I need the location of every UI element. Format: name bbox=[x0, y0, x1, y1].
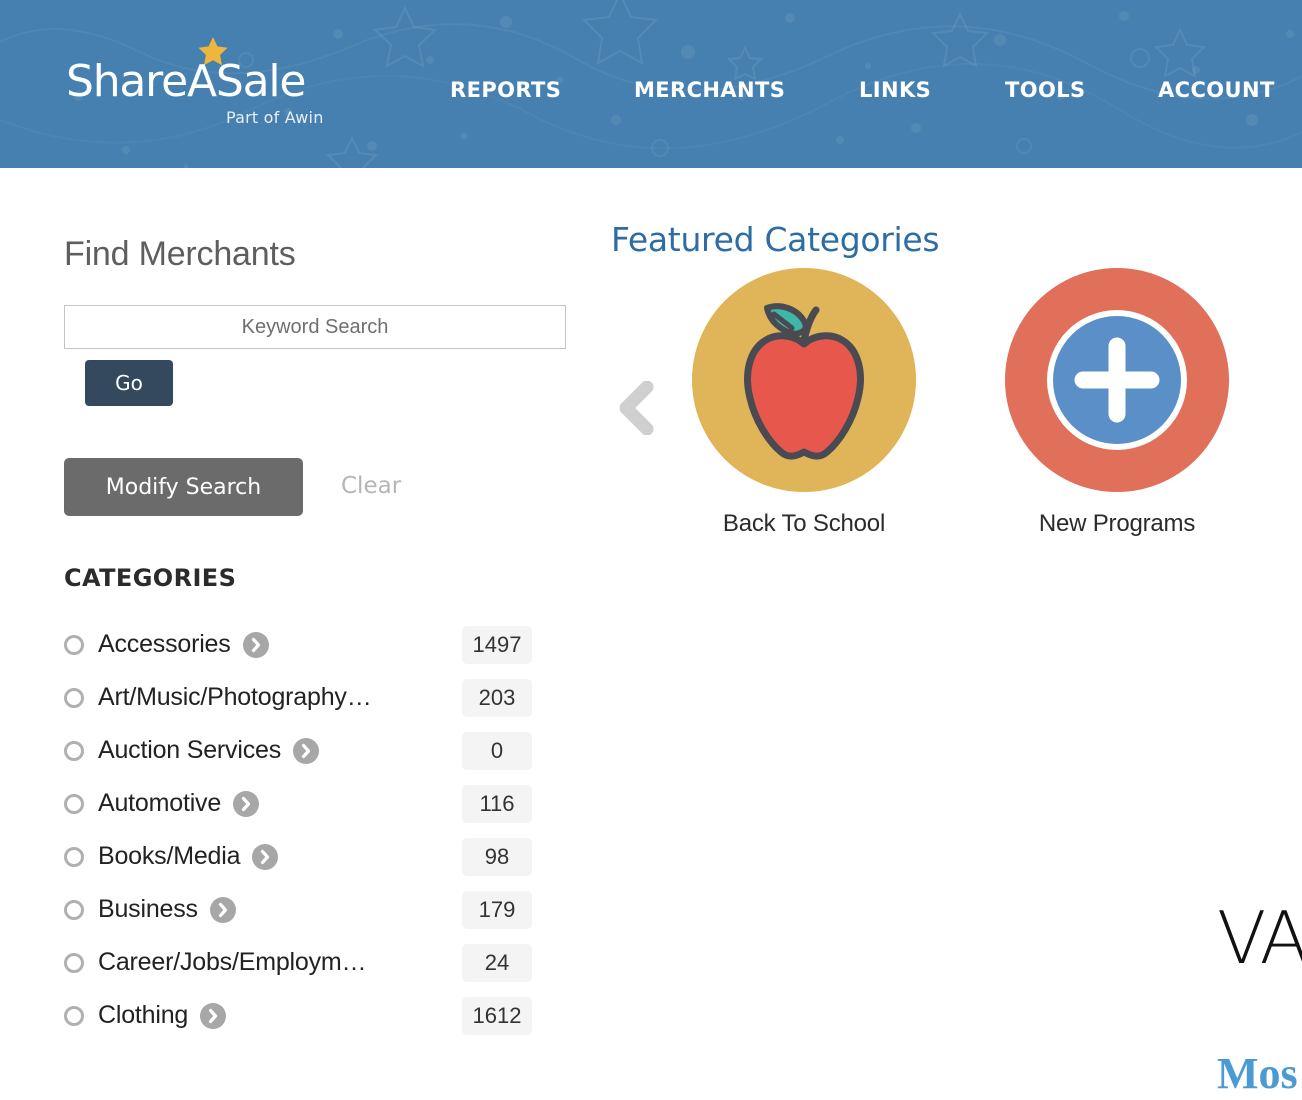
nav-item-links[interactable]: LINKS bbox=[859, 78, 931, 102]
nav-item-account[interactable]: ACCOUNT bbox=[1158, 78, 1275, 102]
site-logo[interactable]: ShareASale Part of Awin bbox=[66, 38, 336, 128]
merchant-logo-va-text: VA bbox=[1217, 906, 1302, 970]
category-label: Art/Music/Photography… bbox=[98, 683, 372, 712]
category-count-badge: 116 bbox=[462, 785, 532, 823]
category-label: Business bbox=[98, 895, 198, 924]
featured-categories-title: Featured Categories bbox=[611, 220, 939, 259]
chevron-right-icon[interactable] bbox=[252, 844, 278, 870]
category-count-badge: 98 bbox=[462, 838, 532, 876]
category-label: Auction Services bbox=[98, 736, 281, 765]
nav-item-merchants[interactable]: MERCHANTS bbox=[634, 78, 785, 102]
merchant-logo-most-text: Mos bbox=[1217, 1052, 1302, 1096]
clear-link[interactable]: Clear bbox=[341, 473, 401, 499]
category-label: Clothing bbox=[98, 1001, 188, 1030]
category-label: Books/Media bbox=[98, 842, 240, 871]
carousel-prev-arrow[interactable] bbox=[613, 381, 659, 435]
page-content: Find Merchants Go Modify Search Clear CA… bbox=[0, 168, 1302, 1052]
nav-item-tools[interactable]: TOOLS bbox=[1005, 78, 1086, 102]
category-row-clothing[interactable]: Clothing 1612 bbox=[64, 989, 534, 1042]
find-merchants-panel: Find Merchants Go Modify Search Clear CA… bbox=[0, 168, 600, 1052]
radio-icon[interactable] bbox=[64, 635, 84, 655]
radio-icon[interactable] bbox=[64, 794, 84, 814]
chevron-right-icon[interactable] bbox=[200, 1003, 226, 1029]
category-count-badge: 203 bbox=[462, 679, 532, 717]
category-count-badge: 24 bbox=[462, 944, 532, 982]
category-count-badge: 179 bbox=[462, 891, 532, 929]
radio-icon[interactable] bbox=[64, 688, 84, 708]
category-count-badge: 0 bbox=[462, 732, 532, 770]
apple-icon bbox=[692, 268, 916, 492]
category-row-auction-services[interactable]: Auction Services 0 bbox=[64, 724, 534, 777]
categories-list: Accessories 1497 Art/Music/Photography… … bbox=[64, 618, 534, 1042]
chevron-right-icon[interactable] bbox=[233, 791, 259, 817]
category-label: Automotive bbox=[98, 789, 221, 818]
category-row-accessories[interactable]: Accessories 1497 bbox=[64, 618, 534, 671]
radio-icon[interactable] bbox=[64, 741, 84, 761]
categories-heading: CATEGORIES bbox=[64, 564, 236, 592]
category-row-career-jobs-employment[interactable]: Career/Jobs/Employm… 24 bbox=[64, 936, 534, 989]
featured-card-label: New Programs bbox=[997, 510, 1237, 538]
merchant-logo-most[interactable]: Mos bbox=[1217, 1052, 1302, 1100]
chevron-right-icon[interactable] bbox=[243, 632, 269, 658]
keyword-search-input[interactable] bbox=[64, 305, 566, 349]
logo-wordmark: ShareASale bbox=[66, 60, 305, 104]
chevron-right-icon[interactable] bbox=[210, 897, 236, 923]
modify-search-button[interactable]: Modify Search bbox=[64, 458, 303, 516]
featured-card-label: Back To School bbox=[684, 510, 924, 538]
radio-icon[interactable] bbox=[64, 900, 84, 920]
go-button[interactable]: Go bbox=[85, 360, 173, 406]
page-title: Find Merchants bbox=[64, 235, 296, 274]
site-header: ShareASale Part of Awin REPORTS MERCHANT… bbox=[0, 0, 1302, 168]
category-label: Accessories bbox=[98, 630, 231, 659]
logo-tagline: Part of Awin bbox=[226, 108, 324, 127]
main-navigation: REPORTS MERCHANTS LINKS TOOLS ACCOUNT bbox=[440, 0, 1302, 168]
radio-icon[interactable] bbox=[64, 847, 84, 867]
featured-categories-panel: Featured Categories Back To Scho bbox=[600, 168, 1302, 1052]
featured-card-back-to-school[interactable]: Back To School bbox=[684, 268, 924, 538]
featured-card-new-programs[interactable]: New Programs bbox=[997, 268, 1237, 538]
category-row-art-music-photography[interactable]: Art/Music/Photography… 203 bbox=[64, 671, 534, 724]
category-row-automotive[interactable]: Automotive 116 bbox=[64, 777, 534, 830]
chevron-right-icon[interactable] bbox=[293, 738, 319, 764]
category-label: Career/Jobs/Employm… bbox=[98, 948, 366, 977]
radio-icon[interactable] bbox=[64, 1006, 84, 1026]
merchant-logo-va[interactable]: VA bbox=[1217, 906, 1302, 976]
category-count-badge: 1497 bbox=[462, 626, 532, 664]
radio-icon[interactable] bbox=[64, 953, 84, 973]
plus-badge-icon bbox=[1005, 268, 1229, 492]
category-row-books-media[interactable]: Books/Media 98 bbox=[64, 830, 534, 883]
category-row-business[interactable]: Business 179 bbox=[64, 883, 534, 936]
category-count-badge: 1612 bbox=[462, 997, 532, 1035]
nav-item-reports[interactable]: REPORTS bbox=[450, 78, 561, 102]
